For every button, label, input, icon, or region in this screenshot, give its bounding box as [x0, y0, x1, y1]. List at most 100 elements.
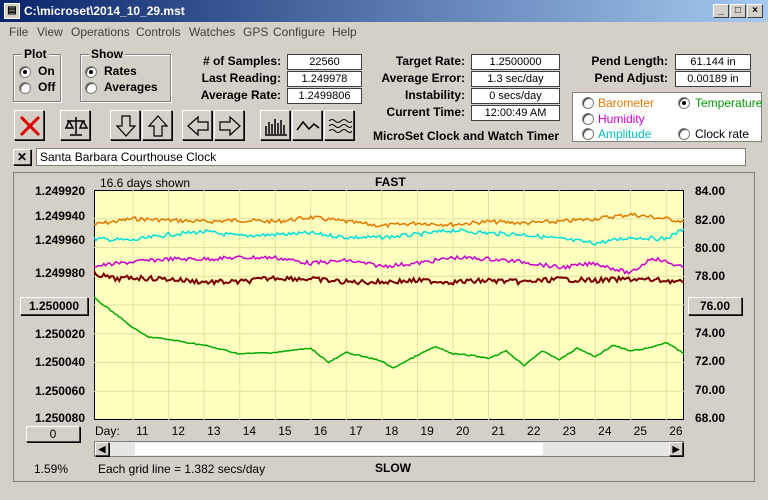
- amplitude-radio[interactable]: [582, 128, 594, 140]
- scale-balance-icon: [64, 117, 88, 136]
- clear-button[interactable]: [14, 110, 44, 140]
- menu-operations[interactable]: Operations: [71, 25, 130, 39]
- show-group-title: Show: [89, 47, 125, 61]
- days-shown-label: 16.6 days shown: [100, 176, 191, 190]
- x-tick-label: 15: [278, 424, 292, 438]
- menu-file[interactable]: File: [9, 25, 28, 39]
- scroll-left-button[interactable]: [182, 110, 212, 140]
- barometer-radio[interactable]: [582, 97, 594, 109]
- menu-controls[interactable]: Controls: [136, 25, 181, 39]
- wave-icon: [296, 120, 320, 131]
- show-rates-label: Rates: [104, 64, 137, 78]
- average-rate-field: 1.2499806: [287, 88, 362, 104]
- menu-help[interactable]: Help: [332, 25, 357, 39]
- offset-button[interactable]: 0: [26, 426, 80, 442]
- x-tick-label: 23: [562, 424, 576, 438]
- y-left-tick: 1.250040: [34, 355, 85, 369]
- show-group: Show: [80, 47, 171, 102]
- show-averages-radio[interactable]: [85, 82, 97, 94]
- x-tick-label: 20: [455, 424, 470, 438]
- scroll-up-button[interactable]: [142, 110, 172, 140]
- minimize-button[interactable]: _: [713, 4, 729, 18]
- plot-off-radio[interactable]: [19, 82, 31, 94]
- y-right-tick: 74.00: [695, 326, 726, 340]
- temperature-label: Temperature: [695, 96, 763, 110]
- maximize-button[interactable]: □: [730, 4, 746, 18]
- menu-configure[interactable]: Configure: [273, 25, 325, 39]
- y-left-tick: 1.249980: [34, 266, 85, 280]
- last-reading-field: 1.249978: [287, 71, 362, 87]
- target-rate-label: Target Rate:: [395, 54, 465, 68]
- y-right-tick: 72.00: [695, 354, 726, 368]
- menu-view[interactable]: View: [37, 25, 63, 39]
- window-title: C:\microset\2014_10_29.mst: [24, 4, 185, 18]
- samples-label: # of Samples:: [202, 54, 281, 68]
- y-left-tick: 1.249940: [34, 209, 85, 223]
- instability-field: 0 secs/day: [471, 88, 560, 104]
- smooth-wave-button[interactable]: [292, 110, 322, 140]
- show-rates-radio[interactable]: [85, 66, 97, 78]
- y-left-tick: 1.250080: [34, 411, 85, 425]
- x-tick-label: 16: [313, 424, 328, 438]
- x-tick-label: 18: [384, 424, 399, 438]
- y-right-tick: 82.00: [695, 213, 726, 227]
- y-left-tick: 1.250020: [34, 327, 85, 341]
- percent-label: 1.59%: [34, 462, 69, 476]
- red-x-icon: [19, 115, 41, 137]
- x-tick-label: 19: [420, 424, 434, 438]
- pend-adjust-label: Pend Adjust:: [594, 71, 668, 85]
- scroll-down-button[interactable]: [110, 110, 140, 140]
- humidity-radio[interactable]: [582, 113, 594, 125]
- x-tick-label: 22: [527, 424, 541, 438]
- samples-field: 22560: [287, 54, 362, 70]
- clock-rate-radio[interactable]: [678, 128, 690, 140]
- target-rate-field: 1.2500000: [471, 54, 560, 70]
- y-right-tick: 78.00: [695, 269, 726, 283]
- slow-label: SLOW: [375, 461, 411, 475]
- scroll-right-button[interactable]: [214, 110, 244, 140]
- scroll-left-arrow-icon[interactable]: ◀: [95, 442, 109, 456]
- temperature-radio[interactable]: [678, 97, 690, 109]
- x-tick-label: 26: [669, 424, 683, 438]
- menu-bar: File View Operations Controls Watches GP…: [0, 22, 768, 42]
- pend-adjust-field: 0.00189 in: [675, 71, 751, 87]
- brand-text: MicroSet Clock and Watch Timer: [373, 129, 560, 143]
- rate-chart[interactable]: [94, 190, 684, 420]
- balance-button[interactable]: [60, 110, 90, 140]
- x-tick-label: 17: [349, 424, 363, 438]
- last-reading-label: Last Reading:: [201, 71, 281, 85]
- instability-label: Instability:: [404, 88, 465, 102]
- multi-wave-button[interactable]: [324, 110, 354, 140]
- show-averages-label: Averages: [104, 80, 158, 94]
- x-tick-label: 13: [207, 424, 221, 438]
- plot-off-label: Off: [38, 80, 56, 94]
- grid-note-label: Each grid line = 1.382 secs/day: [98, 462, 266, 476]
- clock-name-field[interactable]: Santa Barbara Courthouse Clock: [36, 148, 746, 166]
- menu-gps[interactable]: GPS: [243, 25, 268, 39]
- scroll-right-arrow-icon[interactable]: ▶: [669, 442, 683, 456]
- clock-rate-label: Clock rate: [695, 127, 750, 141]
- average-rate-label: Average Rate:: [200, 88, 281, 102]
- arrow-right-icon: [219, 115, 241, 137]
- y-right-tick: 84.00: [695, 184, 726, 198]
- plot-on-radio[interactable]: [19, 66, 31, 78]
- center-temp-button[interactable]: 76.00: [688, 297, 742, 315]
- scrollbar-thumb[interactable]: [135, 443, 543, 455]
- humidity-label: Humidity: [598, 112, 645, 126]
- plot-group: Plot: [13, 47, 61, 102]
- close-clock-button[interactable]: ✕: [13, 149, 31, 165]
- menu-watches[interactable]: Watches: [189, 25, 235, 39]
- x-tick-label: 14: [242, 424, 257, 438]
- histogram-button[interactable]: [260, 110, 290, 140]
- y-right-tick: 70.00: [695, 383, 726, 397]
- fast-label: FAST: [375, 175, 406, 189]
- y-left-tick: 1.250060: [34, 384, 85, 398]
- current-time-field: 12:00:49 AM: [471, 105, 560, 121]
- center-rate-button[interactable]: 1.250000: [20, 297, 88, 315]
- squiggle-icon: [328, 119, 352, 133]
- x-tick-label: 24: [598, 424, 612, 438]
- title-bar: ▤ C:\microset\2014_10_29.mst _ □ ×: [0, 0, 768, 22]
- average-error-label: Average Error:: [381, 71, 465, 85]
- horizontal-scrollbar[interactable]: ◀ ▶: [94, 441, 684, 457]
- close-button[interactable]: ×: [747, 4, 763, 18]
